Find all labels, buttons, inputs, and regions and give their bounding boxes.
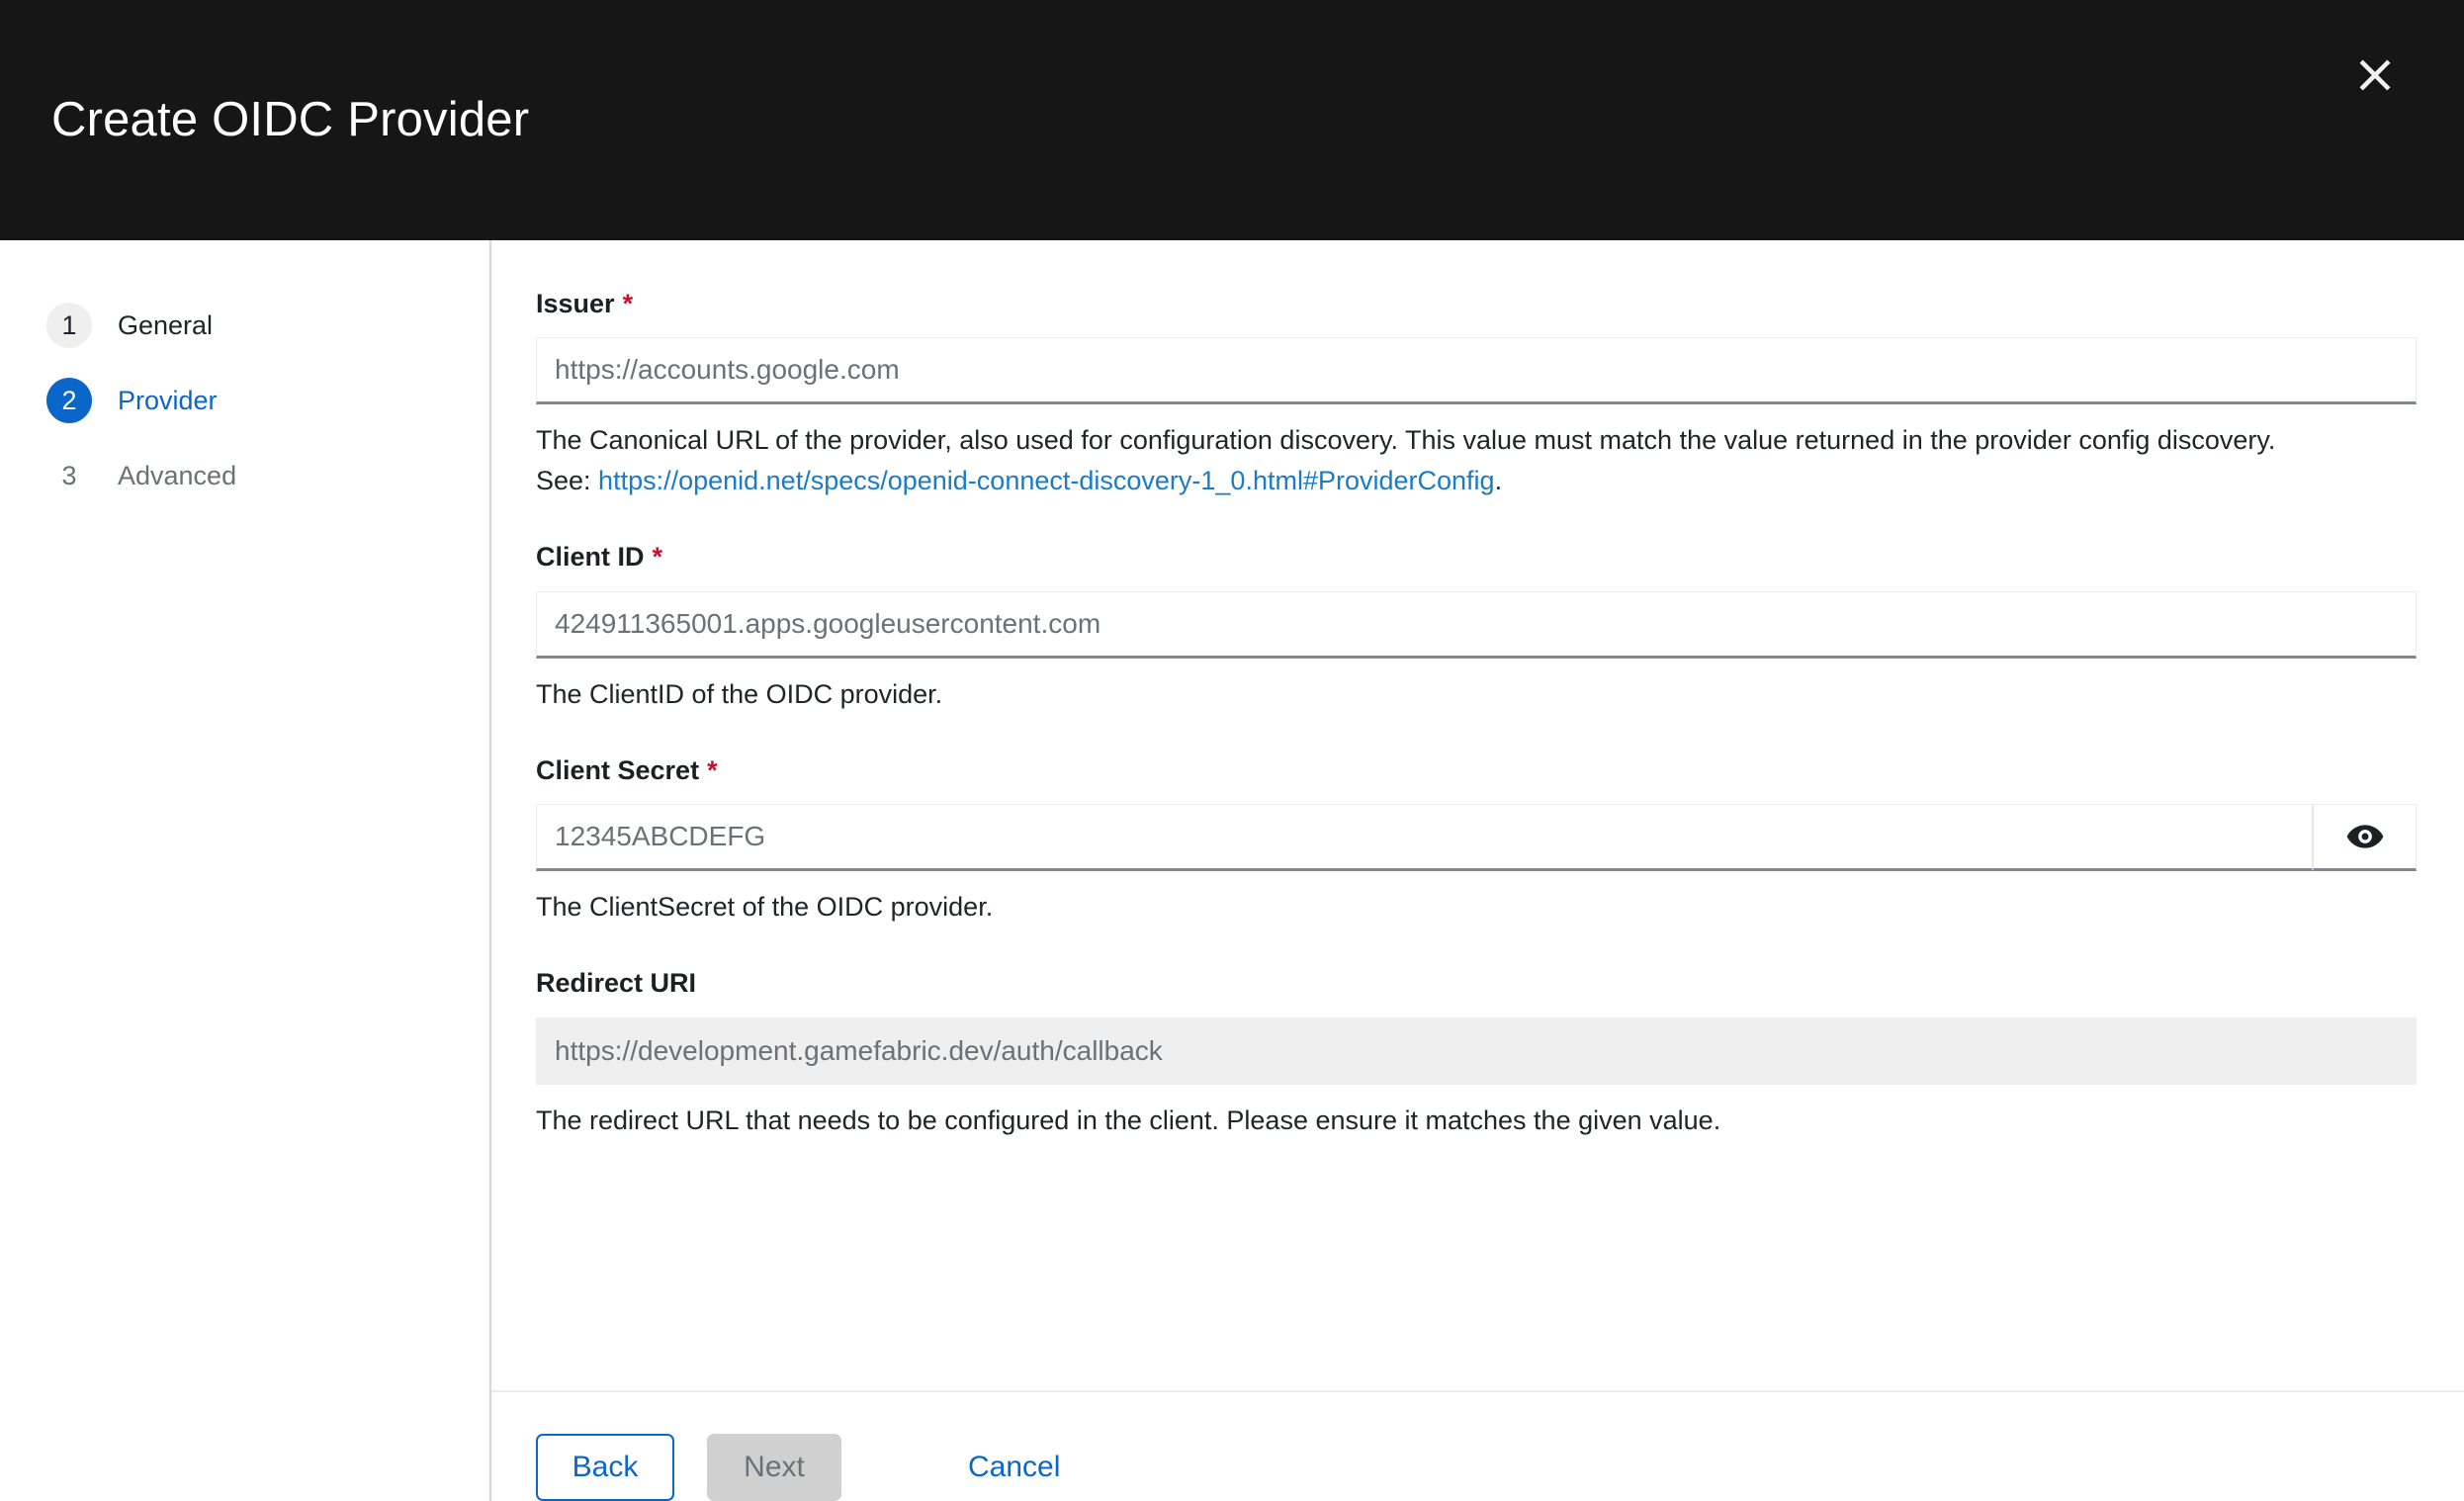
form-scroll-area: Issuer* The Canonical URL of the provide… — [491, 240, 2464, 1392]
field-group-issuer: Issuer* The Canonical URL of the provide… — [536, 240, 2420, 501]
field-group-client-id: Client ID* The ClientID of the OIDC prov… — [536, 541, 2420, 714]
client-secret-input[interactable] — [536, 804, 2313, 872]
redirect-uri-help-text: The redirect URL that needs to be config… — [536, 1104, 1721, 1135]
openid-discovery-spec-link[interactable]: https://openid.net/specs/openid-connect-… — [598, 466, 1495, 495]
field-group-client-secret: Client Secret * 12345ABCDEFG The ClientS… — [536, 754, 2420, 927]
redirect-uri-input — [536, 1016, 2417, 1085]
step-number-1: 1 — [46, 303, 92, 348]
page-title: Create OIDC Provider — [51, 92, 530, 146]
step-sidebar: 1 General 2 Provider 3 Advanced — [0, 240, 491, 1501]
client-id-label-text: Client ID — [536, 542, 645, 573]
redirect-uri-label-text: Redirect URI — [536, 968, 697, 999]
close-button[interactable] — [2347, 47, 2403, 103]
field-group-redirect-uri: Redirect URI The redirect URL that needs… — [536, 967, 2420, 1140]
client-id-help-text: The ClientID of the OIDC provider. — [536, 678, 943, 709]
redirect-uri-input-wrap — [536, 1016, 2417, 1085]
sidebar-item-advanced[interactable]: 3 Advanced — [0, 438, 489, 513]
issuer-help-text: The Canonical URL of the provider, also … — [536, 420, 2375, 501]
client-secret-help-text: The ClientSecret of the OIDC provider. — [536, 892, 994, 923]
client-secret-input-wrap — [536, 804, 2417, 872]
issuer-input[interactable] — [536, 337, 2417, 405]
client-secret-label-text: Client Secret — [536, 754, 700, 785]
step-label-general: General — [118, 309, 214, 340]
toggle-secret-visibility-button[interactable] — [2313, 804, 2417, 872]
create-oidc-provider-modal: Create OIDC Provider 1 General 2 Provide… — [0, 0, 2464, 1501]
close-icon — [2353, 53, 2397, 97]
client-id-required-asterisk: * — [652, 542, 663, 573]
modal-body: 1 General 2 Provider 3 Advanced Issuer* — [0, 240, 2464, 1501]
next-button[interactable]: Next — [707, 1434, 841, 1501]
issuer-label: Issuer * — [536, 288, 2420, 319]
issuer-help-paragraph: The Canonical URL of the provider, also … — [536, 425, 2276, 456]
client-id-input[interactable] — [536, 590, 2417, 659]
back-button[interactable]: Back — [536, 1434, 674, 1501]
issuer-label-text: Issuer — [536, 289, 615, 318]
modal-footer: Back Next Cancel — [491, 1392, 2464, 1501]
issuer-help-see-prefix: See: — [536, 466, 599, 496]
form-pane: Issuer* The Canonical URL of the provide… — [491, 240, 2464, 1501]
sidebar-item-general[interactable]: 1 General — [0, 288, 489, 363]
issuer-required-asterisk: * — [622, 289, 634, 318]
eye-icon — [2345, 817, 2385, 856]
sidebar-item-provider[interactable]: 2 Provider — [0, 363, 489, 438]
step-number-2: 2 — [46, 378, 92, 423]
step-label-provider: Provider — [118, 385, 218, 415]
client-id-input-wrap — [536, 590, 2417, 659]
step-label-advanced: Advanced — [118, 460, 237, 490]
client-id-label: Client ID * — [536, 541, 2420, 573]
issuer-input-wrap — [536, 337, 2417, 405]
client-secret-required-asterisk: * — [707, 754, 718, 785]
modal-header: Create OIDC Provider — [0, 0, 2464, 240]
client-secret-label: Client Secret * — [536, 754, 2420, 786]
issuer-help-see-suffix: . — [1494, 466, 1503, 496]
redirect-uri-label: Redirect URI — [536, 967, 2420, 999]
cancel-button[interactable]: Cancel — [960, 1434, 1068, 1501]
step-number-3: 3 — [61, 460, 77, 490]
